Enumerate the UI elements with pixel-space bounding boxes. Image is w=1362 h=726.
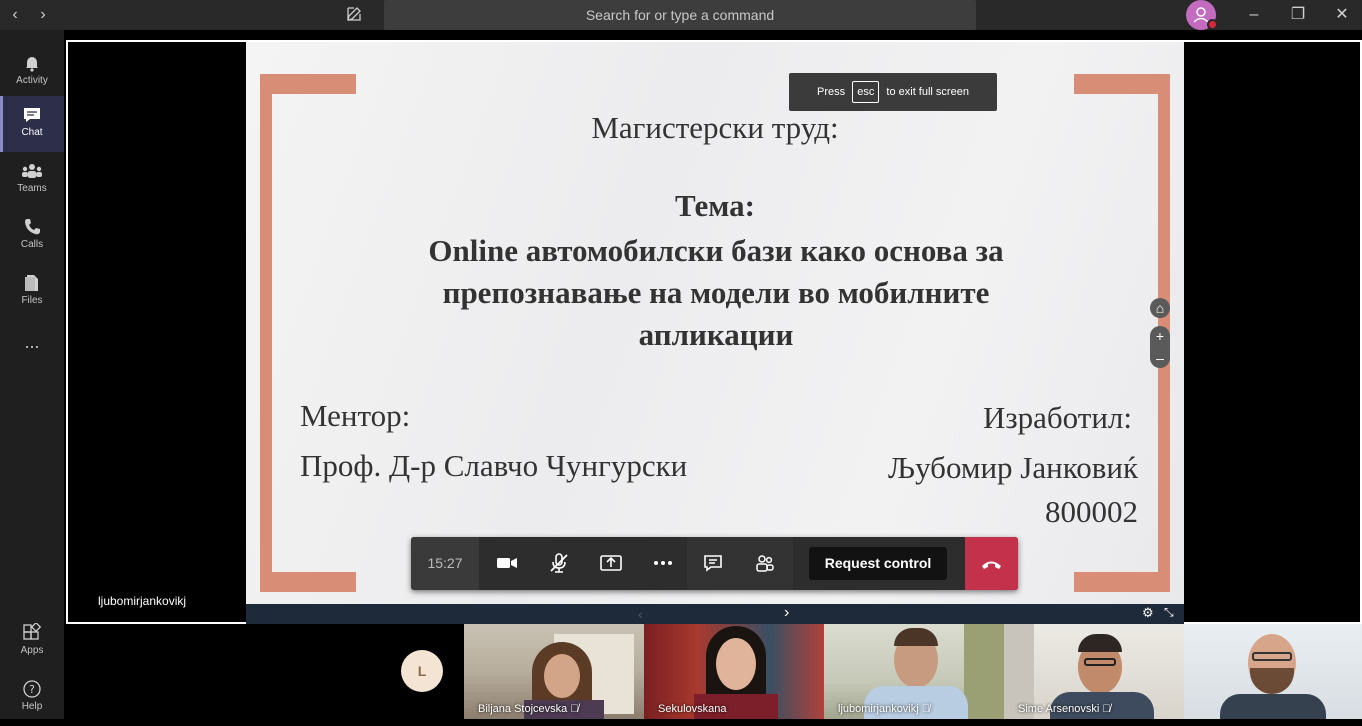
toast-rest: to exit full screen <box>886 86 969 98</box>
slide-topic-line: апликации <box>638 317 794 352</box>
rail-item-calls[interactable]: Calls <box>0 208 64 264</box>
mute-button[interactable] <box>533 537 585 590</box>
more-icon <box>654 561 672 565</box>
prev-page-icon[interactable]: ‹ <box>638 606 643 622</box>
rail-label: Activity <box>16 75 48 86</box>
mic-off-icon: 🎙̸ <box>570 703 579 715</box>
participant-tile[interactable]: ljubomirjankovikj 🎙̸ <box>824 624 1004 719</box>
settings-icon[interactable]: ⚙ <box>1142 605 1154 621</box>
rail-label: Apps <box>20 645 44 656</box>
author-name: Љубомир Јанковиќ <box>888 450 1138 485</box>
title-bar: ‹ › Search for or type a command – ❐ ✕ <box>0 0 1362 30</box>
exit-fullscreen-toast: Press esc to exit full screen <box>789 73 997 111</box>
toast-press: Press <box>817 86 846 98</box>
rail-label: Calls <box>20 239 44 250</box>
participant-tile[interactable] <box>1184 624 1362 719</box>
bell-icon <box>26 57 38 72</box>
share-button[interactable] <box>585 537 637 590</box>
participant-avatar[interactable]: L <box>401 650 443 692</box>
participant-tile[interactable]: Sime Arsenovski 🎙̸ <box>1004 624 1184 719</box>
student-index: 800002 <box>1045 494 1138 529</box>
show-chat-button[interactable] <box>687 537 739 590</box>
svg-text:?: ? <box>29 683 35 696</box>
rail-label: Teams <box>17 183 47 194</box>
participant-name: ljubomirjankovikj 🎙̸ <box>838 703 931 715</box>
share-screen-icon <box>600 555 622 571</box>
slide-left-bracket <box>260 74 356 592</box>
app-rail: Activity Chat Teams Calls Files ... Apps… <box>0 30 64 719</box>
zoom-out-icon[interactable]: – <box>1150 348 1170 368</box>
zoom-in-icon[interactable]: + <box>1150 326 1170 346</box>
help-icon: ? <box>23 680 41 698</box>
mic-off-icon: 🎙̸ <box>1102 703 1111 715</box>
apps-icon <box>23 623 42 640</box>
rail-label: Chat <box>21 127 43 138</box>
mentor-name: Проф. Д-р Славчо Чунгурски <box>300 448 688 483</box>
rail-item-teams[interactable]: Teams <box>0 152 64 208</box>
hang-up-icon <box>982 561 1001 569</box>
fullscreen-icon[interactable]: ⤡ <box>1164 605 1174 620</box>
slide-title: Магистерски труд: <box>591 110 839 145</box>
chat-people-group <box>687 537 793 590</box>
rail-label: Files <box>21 295 43 306</box>
rail-item-chat[interactable]: Chat <box>0 96 64 152</box>
call-controls: 15:27 Request control <box>411 537 1018 590</box>
phone-icon <box>25 219 40 235</box>
author-label: Изработил: <box>983 400 1132 435</box>
chat-icon <box>24 108 40 122</box>
screen-share-stage: Магистерски труд: Тема: Online автомобил… <box>66 40 1362 624</box>
slide-topic-line: препознавање на модели во мобилните <box>442 275 990 310</box>
mic-off-icon <box>550 553 568 573</box>
camera-button[interactable] <box>481 537 533 590</box>
close-icon[interactable]: ✕ <box>1330 4 1354 26</box>
rail-item-files[interactable]: Files <box>0 264 64 320</box>
file-icon <box>25 275 38 291</box>
camera-icon <box>497 558 517 568</box>
rail-item-help[interactable]: ? Help <box>0 670 64 726</box>
restore-icon[interactable]: ❐ <box>1286 4 1310 26</box>
minimize-icon[interactable]: – <box>1242 4 1266 26</box>
compose-icon[interactable] <box>346 6 364 24</box>
search-input[interactable]: Search for or type a command <box>384 0 976 30</box>
back-icon[interactable]: ‹ <box>6 6 24 24</box>
participant-tile[interactable]: Biljana Stojcevska 🎙̸ <box>464 624 644 719</box>
mentor-label: Ментор: <box>300 398 411 433</box>
shared-slide: Магистерски труд: Тема: Online автомобил… <box>246 42 1184 604</box>
forward-icon[interactable]: › <box>34 6 52 24</box>
slide-topic: Online автомобилски бази како основа за … <box>366 230 1066 356</box>
participant-tile[interactable]: Sekulovskana <box>644 624 824 719</box>
participant-name: Sime Arsenovski 🎙̸ <box>1018 703 1111 715</box>
rail-item-activity[interactable]: Activity <box>0 44 64 100</box>
slide-topic-line: Online автомобилски бази како основа за <box>428 233 1004 268</box>
rail-item-apps[interactable]: Apps <box>0 614 64 670</box>
rail-item-more[interactable]: ... <box>0 326 64 366</box>
more-actions-button[interactable] <box>637 537 689 590</box>
presenter-name: ljubomirjankovikj <box>98 594 187 608</box>
call-timer: 15:27 <box>411 537 479 590</box>
slide-topic-label: Тема: <box>675 188 755 223</box>
share-toolbar: ‹ › ⚙ ⤡ <box>246 604 1184 624</box>
busy-status-icon <box>1207 19 1218 30</box>
participants-icon <box>756 555 774 572</box>
chat-icon <box>704 555 722 572</box>
esc-key: esc <box>852 81 880 103</box>
home-icon[interactable]: ⌂ <box>1150 298 1170 318</box>
participant-name: Biljana Stojcevska 🎙̸ <box>478 703 579 715</box>
teams-icon <box>22 164 42 178</box>
user-avatar[interactable] <box>1186 0 1218 30</box>
request-control-button[interactable]: Request control <box>809 547 947 580</box>
hang-up-button[interactable] <box>965 537 1018 590</box>
participant-name: Sekulovskana <box>658 703 727 715</box>
mic-off-icon: 🎙̸ <box>921 703 931 715</box>
show-participants-button[interactable] <box>739 537 791 590</box>
rail-label: Help <box>21 701 43 712</box>
next-page-icon[interactable]: › <box>784 604 789 622</box>
more-icon: ... <box>24 332 40 352</box>
participant-strip: L Biljana Stojcevska 🎙̸ Sekulovskana lju… <box>64 624 1362 719</box>
